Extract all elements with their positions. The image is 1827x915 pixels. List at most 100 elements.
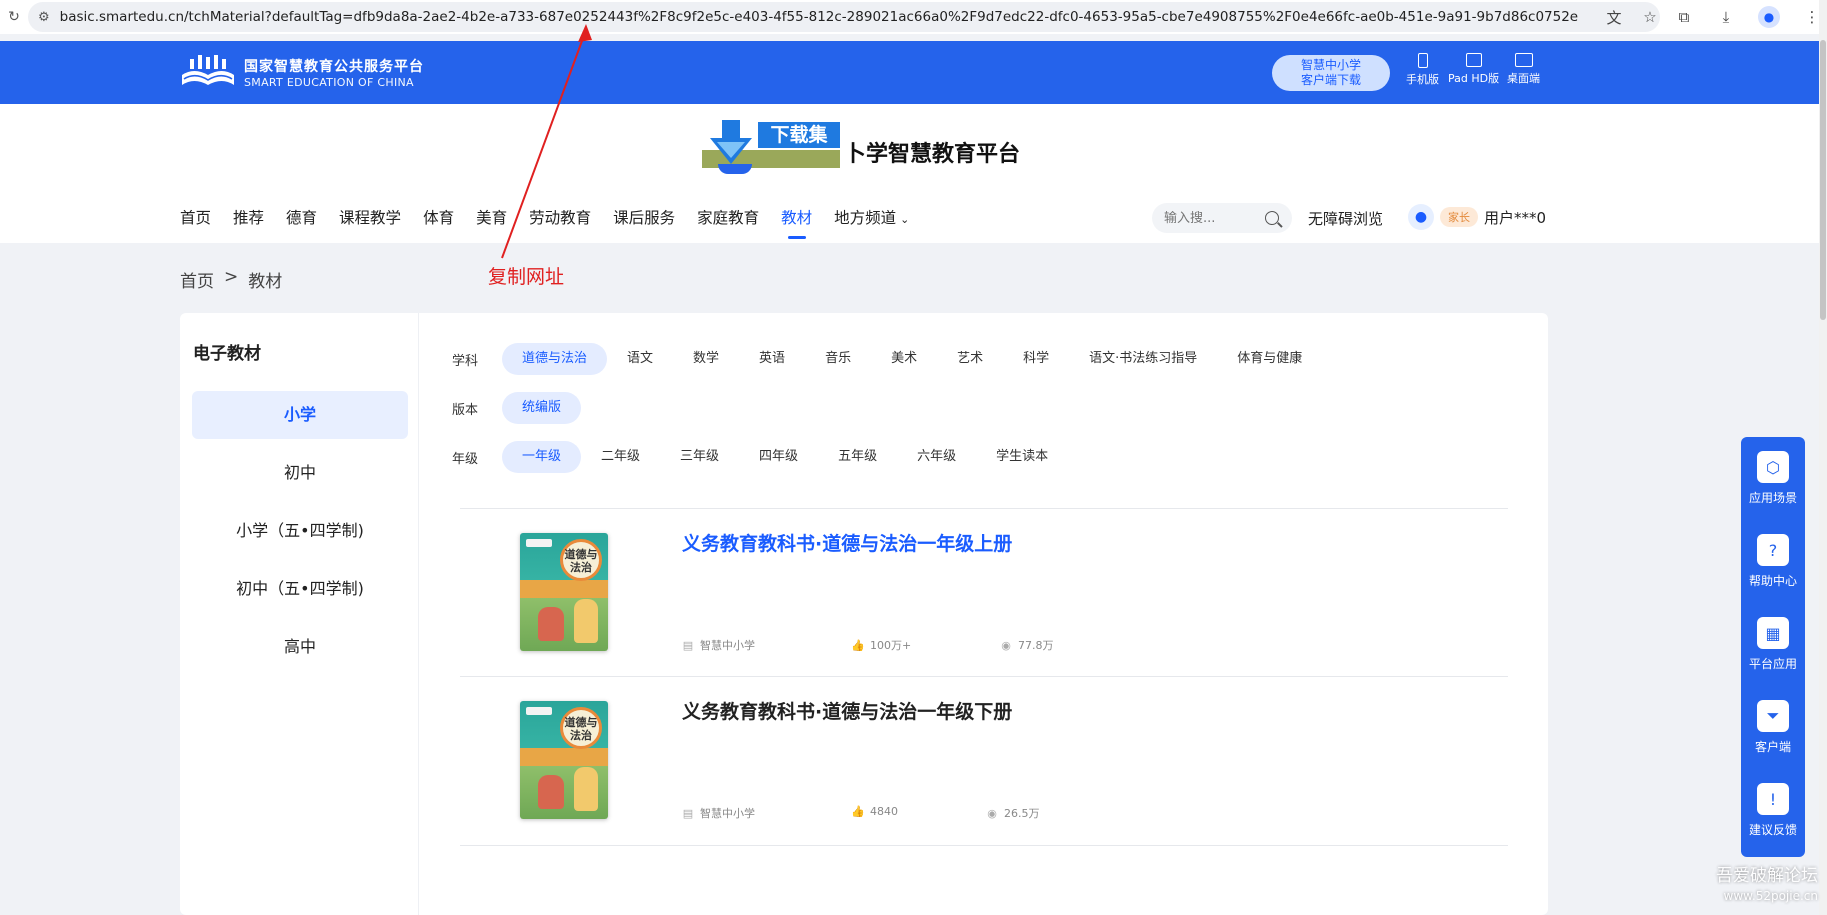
url-text[interactable]: basic.smartedu.cn/tchMaterial?defaultTag… bbox=[60, 9, 1596, 25]
subject-chip[interactable]: 音乐 bbox=[805, 343, 871, 375]
reload-icon[interactable]: ↻ bbox=[0, 9, 28, 25]
download-set-text: 下载集 bbox=[758, 122, 840, 148]
sidebar-item-junior-54[interactable]: 初中（五•四学制) bbox=[192, 565, 408, 613]
subject-chip[interactable]: 美术 bbox=[871, 343, 937, 375]
desktop-version-link[interactable]: 桌面端 bbox=[1507, 53, 1540, 86]
subject-chip[interactable]: 英语 bbox=[739, 343, 805, 375]
monitor-icon bbox=[1514, 53, 1533, 67]
views-count: 77.8万 bbox=[1018, 639, 1054, 652]
edition-filter-label: 版本 bbox=[452, 402, 479, 418]
app-scenes-label: 应用场景 bbox=[1748, 491, 1797, 505]
help-center-button[interactable]: ? 帮助中心 bbox=[1741, 534, 1805, 589]
nav-course[interactable]: 课程教学 bbox=[339, 206, 401, 228]
client-app-button[interactable]: ⏷ 客户端 bbox=[1741, 700, 1805, 755]
brand-logo-fragment bbox=[718, 164, 752, 174]
book-views: ◉ 77.8万 bbox=[1000, 637, 1054, 653]
cover-title: 道德与法治 bbox=[560, 707, 602, 749]
feedback-button[interactable]: ! 建议反馈 bbox=[1741, 783, 1805, 838]
user-avatar-icon[interactable]: ● bbox=[1408, 204, 1434, 230]
subject-chip[interactable]: 艺术 bbox=[937, 343, 1003, 375]
annotation-label: 复制网址 bbox=[488, 266, 565, 288]
nav-textbook[interactable]: 教材 bbox=[781, 206, 812, 239]
nav-family[interactable]: 家庭教育 bbox=[697, 206, 759, 228]
grade-chip[interactable]: 四年级 bbox=[739, 441, 818, 473]
mobile-version-link[interactable]: 手机版 bbox=[1406, 53, 1439, 87]
extensions-icon[interactable]: ⧉ bbox=[1674, 7, 1694, 27]
page-scrollbar[interactable] bbox=[1819, 0, 1827, 915]
nav-home[interactable]: 首页 bbox=[180, 206, 211, 228]
translate-icon[interactable]: 文 bbox=[1604, 7, 1624, 27]
nav-sports[interactable]: 体育 bbox=[423, 206, 454, 228]
user-name[interactable]: 用户***0 bbox=[1484, 207, 1546, 228]
sidebar-item-primary[interactable]: 小学 bbox=[192, 391, 408, 439]
apps-grid-icon: ▦ bbox=[1757, 617, 1789, 649]
grade-chip[interactable]: 六年级 bbox=[897, 441, 976, 473]
platform-logo[interactable]: 国家智慧教育公共服务平台 SMART EDUCATION OF CHINA bbox=[180, 53, 424, 91]
grade-chip[interactable]: 三年级 bbox=[660, 441, 739, 473]
nav-arts[interactable]: 美育 bbox=[476, 206, 507, 228]
search-box[interactable] bbox=[1152, 203, 1292, 233]
subject-chip[interactable]: 道德与法治 bbox=[502, 343, 608, 375]
grade-chip[interactable]: 五年级 bbox=[818, 441, 897, 473]
mobile-version-label: 手机版 bbox=[1406, 73, 1439, 86]
subject-chip[interactable]: 语文 bbox=[607, 343, 673, 375]
book-list-item[interactable]: 道德与法治 义务教育教科书·道德与法治一年级下册 ▤ 智慧中小学 👍 4840 ◉ 2… bbox=[460, 677, 1508, 845]
book-cover[interactable]: 道德与法治 bbox=[520, 701, 608, 819]
subject-chip[interactable]: 语文·书法练习指导 bbox=[1069, 343, 1217, 375]
book-views: ◉ 26.5万 bbox=[986, 805, 1039, 821]
nav-moral[interactable]: 德育 bbox=[286, 206, 317, 228]
tablet-icon bbox=[1465, 53, 1482, 67]
eye-icon: ◉ bbox=[1001, 638, 1011, 652]
nav-afterschool[interactable]: 课后服务 bbox=[613, 206, 675, 228]
nav-local-channel[interactable]: 地方频道 ⌄ bbox=[834, 206, 909, 228]
scrollbar-thumb[interactable] bbox=[1820, 40, 1826, 320]
book-list-item[interactable]: 道德与法治 义务教育教科书·道德与法治一年级上册 ▤ 智慧中小学 👍 100万+ ◉… bbox=[460, 509, 1508, 677]
search-icon[interactable] bbox=[1265, 211, 1279, 225]
grade-chip[interactable]: 一年级 bbox=[502, 441, 582, 473]
thumbs-up-icon: 👍 bbox=[851, 805, 865, 818]
nav-recommend[interactable]: 推荐 bbox=[233, 206, 264, 228]
grade-chip[interactable]: 二年级 bbox=[581, 441, 660, 473]
breadcrumb-current: 教材 bbox=[248, 272, 283, 292]
textbook-card: 电子教材 小学 初中 小学（五•四学制) 初中（五•四学制) 高中 学科 道德与… bbox=[180, 313, 1548, 915]
site-info-icon[interactable]: ⚙ bbox=[38, 10, 50, 25]
app-scenes-button[interactable]: ⬡ 应用场景 bbox=[1741, 451, 1805, 506]
subject-chip[interactable]: 科学 bbox=[1003, 343, 1069, 375]
subject-chip[interactable]: 体育与健康 bbox=[1217, 343, 1322, 375]
platform-title: 卜学智慧教育平台 bbox=[844, 141, 1021, 167]
subject-chip[interactable]: 数学 bbox=[673, 343, 739, 375]
nav-labor[interactable]: 劳动教育 bbox=[529, 206, 591, 228]
edition-chip[interactable]: 统编版 bbox=[502, 392, 582, 424]
search-input[interactable] bbox=[1164, 210, 1259, 226]
floating-toolbar: ⬡ 应用场景 ? 帮助中心 ▦ 平台应用 ⏷ 客户端 ! 建议反馈 bbox=[1741, 437, 1805, 857]
pad-version-link[interactable]: Pad HD版 bbox=[1448, 53, 1499, 86]
thumbs-up-icon: 👍 bbox=[851, 638, 865, 652]
eye-icon: ◉ bbox=[987, 806, 997, 820]
profile-icon[interactable]: ● bbox=[1758, 6, 1780, 28]
forum-watermark: 吾爱破解论坛 www.52pojie.cn bbox=[1706, 866, 1818, 906]
breadcrumb-home[interactable]: 首页 bbox=[180, 267, 214, 292]
address-bar[interactable]: ⚙ basic.smartedu.cn/tchMaterial?defaultT… bbox=[28, 2, 1660, 32]
book-title[interactable]: 义务教育教科书·道德与法治一年级下册 bbox=[682, 697, 1012, 724]
platform-brand[interactable]: 下载集 卜学智慧教育平台 bbox=[702, 120, 1020, 168]
breadcrumb-separator: > bbox=[224, 267, 239, 287]
accessibility-link[interactable]: 无障碍浏览 bbox=[1308, 208, 1383, 229]
bookmark-star-icon[interactable]: ☆ bbox=[1640, 7, 1660, 27]
watermark-title: 吾爱破解论坛 bbox=[1716, 866, 1818, 886]
platform-apps-button[interactable]: ▦ 平台应用 bbox=[1741, 617, 1805, 672]
sidebar-item-senior[interactable]: 高中 bbox=[192, 623, 408, 671]
book-title[interactable]: 义务教育教科书·道德与法治一年级上册 bbox=[682, 529, 1012, 556]
client-download-button[interactable]: 智慧中小学 客户端下载 bbox=[1272, 55, 1390, 91]
main-nav: 首页 推荐 德育 课程教学 体育 美育 劳动教育 课后服务 家庭教育 教材 地方… bbox=[180, 206, 931, 239]
cover-title: 道德与法治 bbox=[560, 539, 602, 581]
download-icon[interactable]: ⤓ bbox=[1716, 7, 1736, 27]
grade-filter: 年级 一年级 二年级 三年级 四年级 五年级 六年级 学生读本 bbox=[452, 441, 1068, 473]
download-arrow-icon bbox=[710, 120, 752, 164]
sidebar-item-primary-54[interactable]: 小学（五•四学制) bbox=[192, 507, 408, 555]
user-menu[interactable]: ● 家长 用户***0 bbox=[1408, 204, 1546, 230]
download-set-badge: 下载集 bbox=[702, 120, 840, 168]
sidebar-item-junior[interactable]: 初中 bbox=[192, 449, 408, 497]
publisher-text: 智慧中小学 bbox=[700, 807, 755, 820]
book-cover[interactable]: 道德与法治 bbox=[520, 533, 608, 651]
grade-chip[interactable]: 学生读本 bbox=[976, 441, 1068, 473]
